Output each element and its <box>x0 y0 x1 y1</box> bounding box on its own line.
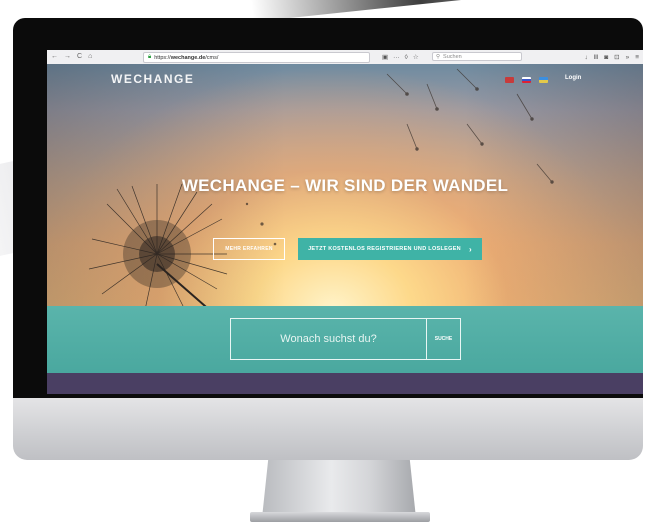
search-icon: ⚲ <box>436 53 441 60</box>
site-logo[interactable]: WECHANGE <box>111 72 194 86</box>
hamburger-menu-icon[interactable]: ≡ <box>635 54 639 61</box>
flag-ru-icon[interactable] <box>522 77 531 83</box>
monitor-stand <box>262 460 416 518</box>
reload-icon[interactable]: C <box>77 50 82 64</box>
chevron-right-icon: › <box>468 244 472 254</box>
browser-toolbar: ← → C ⌂ 🔒︎ https:// wechange.de /cms/ ▣ … <box>47 50 643 65</box>
site-search-placeholder: Wonach suchst du? <box>280 333 377 345</box>
pocket-icon[interactable]: ◊ <box>405 54 408 61</box>
screen: ← → C ⌂ 🔒︎ https:// wechange.de /cms/ ▣ … <box>47 50 643 394</box>
url-path: /cms/ <box>205 54 219 61</box>
register-button[interactable]: JETZT KOSTENLOS REGISTRIEREN UND LOSLEGE… <box>298 238 482 260</box>
learn-more-button[interactable]: MEHR ERFAHREN <box>213 238 285 260</box>
address-bar[interactable]: 🔒︎ https:// wechange.de /cms/ <box>143 52 370 63</box>
footer-band <box>47 373 643 394</box>
monitor-stand-base <box>250 512 430 522</box>
overflow-icon[interactable]: » <box>626 54 630 61</box>
url-host: wechange.de <box>170 54 206 61</box>
lock-icon: 🔒︎ <box>148 54 152 60</box>
browser-toolbar-icons: ↓ Ⅲ ◙ ⊡ » ≡ <box>584 50 639 64</box>
monitor-chin <box>13 398 643 460</box>
back-icon[interactable]: ← <box>51 50 58 64</box>
language-switcher <box>505 77 548 83</box>
site-search-input[interactable]: Wonach suchst du? <box>230 318 427 360</box>
hero-headline: WECHANGE – WIR SIND DER WANDEL <box>181 176 509 195</box>
flag-uk-icon[interactable] <box>539 77 548 83</box>
address-bar-actions: ▣ ··· ◊ ☆ <box>382 50 419 64</box>
download-icon[interactable]: ↓ <box>584 54 587 61</box>
bookmark-star-icon[interactable]: ☆ <box>413 53 419 61</box>
browser-nav-buttons: ← → C ⌂ <box>51 50 129 64</box>
search-button[interactable]: SUCHE <box>427 318 461 360</box>
url-prefix: https:// <box>154 54 171 61</box>
page-actions-icon[interactable]: ··· <box>393 54 400 61</box>
search-section: Wonach suchst du? SUCHE <box>47 306 643 373</box>
monitor-frame: ← → C ⌂ 🔒︎ https:// wechange.de /cms/ ▣ … <box>13 18 643 398</box>
reader-view-icon[interactable]: ▣ <box>382 53 388 61</box>
sync-icon[interactable]: ◙ <box>604 54 608 61</box>
forward-icon[interactable]: → <box>64 50 71 64</box>
login-link[interactable]: Login <box>565 75 581 81</box>
flag-de-icon[interactable] <box>505 77 514 83</box>
library-icon[interactable]: Ⅲ <box>594 53 598 61</box>
browser-search-placeholder: Suchen <box>443 53 462 60</box>
learn-more-label: MEHR ERFAHREN <box>225 246 273 252</box>
search-button-label: SUCHE <box>434 336 453 342</box>
home-icon[interactable]: ⌂ <box>88 50 92 64</box>
hero-section: WECHANGE Login WECHANGE – WIR SIND DER W… <box>47 64 643 322</box>
register-label: JETZT KOSTENLOS REGISTRIEREN UND LOSLEGE… <box>308 246 461 252</box>
browser-search-input[interactable]: ⚲ Suchen <box>432 52 522 61</box>
screenshot-icon[interactable]: ⊡ <box>614 53 619 61</box>
